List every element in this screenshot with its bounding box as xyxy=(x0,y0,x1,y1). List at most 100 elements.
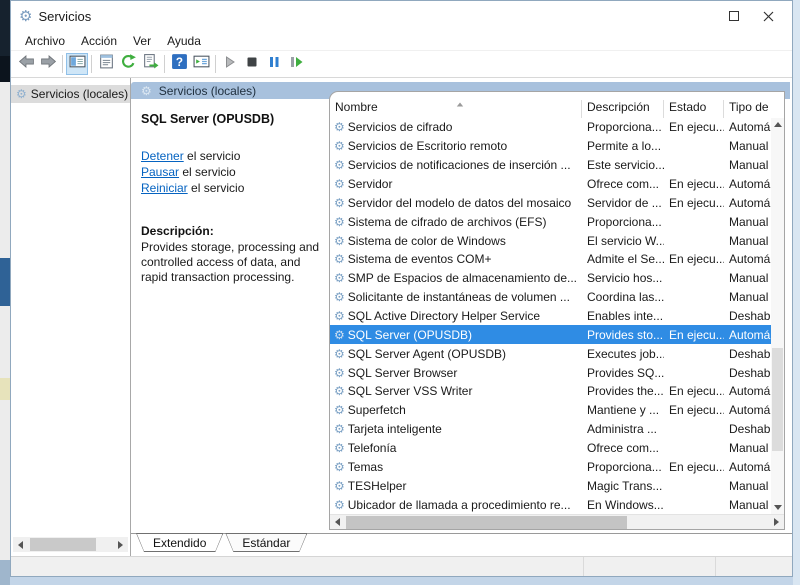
list-horizontal-scrollbar[interactable] xyxy=(330,514,784,529)
table-row[interactable]: ⚙Servicios de cifrado Proporciona... En … xyxy=(330,118,771,137)
table-row[interactable]: ⚙SQL Active Directory Helper Service Ena… xyxy=(330,307,771,326)
table-row[interactable]: ⚙Sistema de eventos COM+ Admite el Se...… xyxy=(330,250,771,269)
export-list-button[interactable] xyxy=(139,53,161,75)
tab-estandar[interactable]: Estándar xyxy=(225,533,307,552)
menu-accion[interactable]: Acción xyxy=(73,32,125,50)
action-line: Detener el servicio xyxy=(141,148,325,164)
service-startup-type-cell: Deshab xyxy=(724,309,771,323)
action-pane-button[interactable] xyxy=(190,53,212,75)
menu-ayuda[interactable]: Ayuda xyxy=(159,32,209,50)
list-header: Nombre Descripción Estado Tipo de xyxy=(330,92,784,118)
table-row[interactable]: ⚙Ubicador de llamada a procedimiento re.… xyxy=(330,495,771,514)
scroll-left-button[interactable] xyxy=(330,515,345,530)
restart-service-link[interactable]: Reiniciar xyxy=(141,181,188,195)
table-row[interactable]: ⚙Superfetch Mantiene y ... En ejecu... A… xyxy=(330,401,771,420)
service-name-cell: ⚙Temas xyxy=(330,460,582,474)
table-row[interactable]: ⚙Temas Proporciona... En ejecu... Automá xyxy=(330,457,771,476)
start-service-button[interactable] xyxy=(219,53,241,75)
column-header-tipo[interactable]: Tipo de xyxy=(724,100,771,118)
table-row[interactable]: ⚙Servicios de Escritorio remoto Permite … xyxy=(330,137,771,156)
table-row[interactable]: ⚙SQL Server (OPUSDB) Provides sto... En … xyxy=(330,325,771,344)
back-button[interactable] xyxy=(15,53,37,75)
table-row[interactable]: ⚙SQL Server VSS Writer Provides the... E… xyxy=(330,382,771,401)
scroll-up-button[interactable] xyxy=(771,118,784,131)
service-name-cell: ⚙SQL Server (OPUSDB) xyxy=(330,328,582,342)
refresh-button[interactable] xyxy=(117,53,139,75)
svg-text:?: ? xyxy=(175,56,182,69)
service-description-cell: Enables inte... xyxy=(582,309,664,323)
scrollbar-thumb[interactable] xyxy=(346,516,627,529)
table-row[interactable]: ⚙SQL Server Browser Provides SQ... Desha… xyxy=(330,363,771,382)
menu-archivo[interactable]: Archivo xyxy=(17,32,73,50)
service-gear-icon: ⚙ xyxy=(334,253,345,265)
column-header-descripcion[interactable]: Descripción xyxy=(582,100,664,118)
tab-extendido[interactable]: Extendido xyxy=(136,533,223,552)
table-row[interactable]: ⚙Solicitante de instantáneas de volumen … xyxy=(330,288,771,307)
status-pane xyxy=(716,557,792,576)
status-bar xyxy=(11,556,792,576)
table-row[interactable]: ⚙TESHelper Magic Trans... Manual xyxy=(330,476,771,495)
scroll-left-button[interactable] xyxy=(13,537,28,552)
service-startup-type-cell: Manual xyxy=(724,441,771,455)
screen: ⚙ Servicios Archivo Acción Ver Ayuda xyxy=(0,0,800,585)
details-pane: ⚙ Servicios (locales) SQL Server (OPUSDB… xyxy=(131,78,792,556)
table-row[interactable]: ⚙Tarjeta inteligente Administra ... Desh… xyxy=(330,420,771,439)
service-gear-icon: ⚙ xyxy=(334,140,345,152)
tree-item-servicios-locales[interactable]: ⚙ Servicios (locales) xyxy=(11,85,130,103)
maximize-button[interactable] xyxy=(729,11,739,21)
forward-button[interactable] xyxy=(37,53,59,75)
service-name-cell: ⚙Superfetch xyxy=(330,403,582,417)
service-description-cell: Servicio hos... xyxy=(582,271,664,285)
scroll-right-button[interactable] xyxy=(769,515,784,530)
services-app-icon: ⚙ xyxy=(19,9,32,24)
view-tabs: Extendido Estándar xyxy=(136,534,307,553)
service-startup-type-cell: Automá xyxy=(724,120,771,134)
service-gear-icon: ⚙ xyxy=(334,310,345,322)
menu-ver[interactable]: Ver xyxy=(125,32,159,50)
service-name-cell: ⚙Servicios de Escritorio remoto xyxy=(330,139,582,153)
table-row[interactable]: ⚙Telefonía Ofrece com... Manual xyxy=(330,439,771,458)
close-button[interactable] xyxy=(763,11,774,22)
scrollbar-thumb[interactable] xyxy=(30,538,96,551)
service-startup-type-cell: Automá xyxy=(724,196,771,210)
sort-ascending-icon xyxy=(456,103,462,107)
pause-service-button[interactable] xyxy=(263,53,285,75)
service-gear-icon: ⚙ xyxy=(334,272,345,284)
service-description-cell: Admite el Se... xyxy=(582,252,664,266)
table-row[interactable]: ⚙Sistema de color de Windows El servicio… xyxy=(330,231,771,250)
service-startup-type-cell: Deshab xyxy=(724,366,771,380)
console-tree-icon xyxy=(69,53,86,75)
right-arrow-icon xyxy=(118,541,123,549)
service-description-cell: Executes job... xyxy=(582,347,664,361)
tree-horizontal-scrollbar[interactable] xyxy=(13,537,128,552)
scrollbar-thumb[interactable] xyxy=(772,348,783,451)
column-header-nombre[interactable]: Nombre xyxy=(330,100,582,118)
toolbar-separator xyxy=(91,55,92,73)
title-bar: ⚙ Servicios xyxy=(11,1,792,31)
service-description-cell: Proporciona... xyxy=(582,120,664,134)
table-row[interactable]: ⚙Servidor Ofrece com... En ejecu... Auto… xyxy=(330,175,771,194)
table-row[interactable]: ⚙SQL Server Agent (OPUSDB) Executes job.… xyxy=(330,344,771,363)
column-header-estado[interactable]: Estado xyxy=(664,100,724,118)
properties-button[interactable] xyxy=(95,53,117,75)
table-row[interactable]: ⚙Sistema de cifrado de archivos (EFS) Pr… xyxy=(330,212,771,231)
pane-header-label: Servicios (locales) xyxy=(159,84,256,98)
table-row[interactable]: ⚙SMP de Espacios de almacenamiento de...… xyxy=(330,269,771,288)
table-row[interactable]: ⚙Servicios de notificaciones de inserció… xyxy=(330,156,771,175)
pause-service-link[interactable]: Pausar xyxy=(141,165,179,179)
service-startup-type-cell: Manual xyxy=(724,215,771,229)
scroll-right-button[interactable] xyxy=(113,537,128,552)
stop-service-button[interactable] xyxy=(241,53,263,75)
toolbar-separator xyxy=(164,55,165,73)
service-status-cell: En ejecu... xyxy=(664,120,724,134)
help-button[interactable]: ? xyxy=(168,53,190,75)
restart-service-button[interactable] xyxy=(285,53,307,75)
service-startup-type-cell: Automá xyxy=(724,177,771,191)
console-tree-button[interactable] xyxy=(66,53,88,75)
list-vertical-scrollbar[interactable] xyxy=(771,118,784,514)
action-line: Reiniciar el servicio xyxy=(141,180,325,196)
service-description-cell: Magic Trans... xyxy=(582,479,664,493)
scroll-down-button[interactable] xyxy=(771,501,784,514)
table-row[interactable]: ⚙Servidor del modelo de datos del mosaic… xyxy=(330,193,771,212)
stop-service-link[interactable]: Detener xyxy=(141,149,184,163)
